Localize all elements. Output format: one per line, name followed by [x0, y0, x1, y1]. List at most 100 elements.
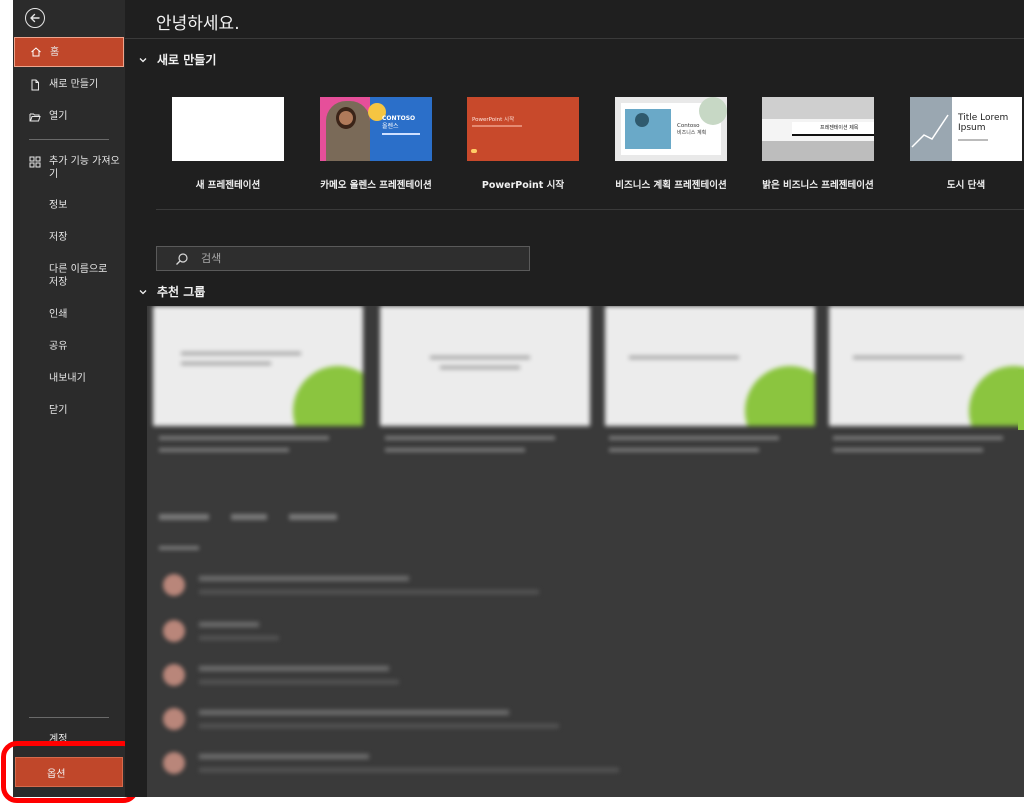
blurred-text [609, 448, 759, 452]
options-highlight-ring [1, 741, 139, 803]
featured-card[interactable] [605, 306, 815, 426]
blurred-tab [231, 514, 267, 520]
search-input[interactable] [201, 252, 501, 265]
chevron-down-icon [139, 289, 147, 294]
nav-home[interactable]: 홈 [14, 37, 124, 67]
nav-export[interactable]: 내보내기 [14, 372, 124, 385]
template-thumbnail: 프레젠테이션 제목 [762, 97, 874, 161]
nav-get-addins[interactable]: 추가 기능 가져오기 [14, 155, 124, 181]
template-label: 밝은 비즈니스 프레젠테이션 [762, 180, 874, 191]
blurred-tab [289, 514, 337, 520]
edge-accent [1018, 370, 1024, 430]
blurred-text [159, 436, 329, 440]
blurred-row-title [199, 666, 389, 671]
nav-close-label: 닫기 [49, 405, 68, 416]
nav-open[interactable]: 열기 [14, 110, 124, 124]
nav-save[interactable]: 저장 [14, 231, 124, 244]
blurred-text [159, 546, 199, 550]
avatar [163, 664, 185, 686]
featured-card[interactable] [153, 306, 363, 426]
featured-section-header[interactable]: 추천 그룹 [138, 283, 205, 300]
featured-group-panel [147, 306, 1024, 797]
thumb-title: Title Lorem Ipsum [958, 113, 1009, 133]
blurred-row-title [199, 754, 369, 759]
new-section-header[interactable]: 새로 만들기 [138, 51, 216, 68]
blurred-text [385, 448, 525, 452]
thumb-line [472, 125, 522, 127]
template-label: PowerPoint 시작 [481, 180, 565, 191]
page-title: 안녕하세요. [156, 14, 240, 34]
thumb-chart-line [911, 114, 949, 148]
nav-new[interactable]: 새로 만들기 [14, 78, 124, 92]
grid-icon [28, 155, 42, 169]
thumb-plant [699, 97, 727, 125]
nav-new-label: 새로 만들기 [49, 79, 99, 90]
card-text-line [430, 356, 530, 359]
thumb-line [382, 133, 420, 135]
card-accent [969, 366, 1024, 426]
back-button[interactable] [25, 8, 45, 28]
new-section-title: 새로 만들기 [157, 53, 217, 67]
thumb-line [958, 139, 988, 141]
new-document-icon [28, 78, 42, 92]
nav-save-label: 저장 [49, 232, 68, 243]
template-label: 비즈니스 계획 프레젠테이션 [615, 180, 727, 191]
blurred-row-detail [199, 590, 539, 594]
avatar [163, 752, 185, 774]
nav-info-label: 정보 [49, 200, 68, 211]
card-text-line [629, 356, 739, 359]
featured-card[interactable] [829, 306, 1024, 426]
blurred-row-detail [199, 680, 399, 684]
thumb-subtitle: 올렌스 [382, 123, 399, 130]
card-text-line [853, 356, 963, 359]
template-label: 도시 단색 [946, 180, 986, 191]
nav-get-addins-label: 추가 기능 가져오기 [49, 156, 120, 180]
blurred-tab [159, 514, 209, 520]
thumb-title: PowerPoint 시작 [472, 117, 515, 123]
featured-section-title: 추천 그룹 [157, 285, 206, 299]
blurred-text [609, 436, 779, 440]
nav-info[interactable]: 정보 [14, 199, 124, 212]
blurred-text [385, 436, 555, 440]
template-label: 새 프레젠테이션 [195, 180, 261, 191]
avatar [163, 708, 185, 730]
nav-close[interactable]: 닫기 [14, 404, 124, 417]
folder-open-icon [28, 110, 42, 124]
featured-card[interactable] [380, 306, 590, 426]
thumb-photo [625, 109, 671, 149]
thumb-photo-shape [635, 113, 649, 127]
card-accent [745, 366, 815, 426]
template-thumbnail: Contoso 비즈니스 계획 [615, 97, 727, 161]
card-accent [293, 366, 363, 426]
thumb-photo-top [762, 97, 874, 119]
template-thumbnail [172, 97, 284, 161]
nav-share-label: 공유 [49, 341, 68, 352]
thumb-photo-bottom [762, 141, 874, 161]
nav-share[interactable]: 공유 [14, 340, 124, 353]
blurred-row-title [199, 710, 509, 715]
nav-open-label: 열기 [49, 111, 68, 122]
blurred-text [159, 448, 289, 452]
nav-export-label: 내보내기 [49, 373, 86, 384]
nav-home-label: 홈 [50, 46, 60, 58]
nav-print-label: 인쇄 [49, 309, 68, 320]
blurred-row-title [199, 622, 259, 627]
card-text-line [181, 352, 301, 355]
nav-print[interactable]: 인쇄 [14, 308, 124, 321]
blurred-row-title [199, 576, 409, 581]
search-box[interactable] [156, 246, 530, 271]
template-label: 카메오 올렌스 프레젠테이션 [320, 180, 432, 191]
avatar [163, 620, 185, 642]
card-text-line [440, 366, 520, 369]
template-thumbnail: Title Lorem Ipsum [910, 97, 1022, 161]
backstage-sidebar: 홈 새로 만들기 열기 추가 기능 가져오기 정보 저장 다른 이름으로 저장 … [13, 0, 125, 797]
blurred-row-detail [199, 724, 559, 728]
thumb-title: 프레젠테이션 제목 [820, 125, 859, 131]
blurred-row-detail [199, 768, 619, 772]
nav-save-as-label: 다른 이름으로 저장 [49, 264, 108, 288]
arrow-left-icon [30, 13, 40, 23]
sidebar-divider-bottom [29, 717, 109, 718]
card-text-line [181, 362, 271, 365]
nav-save-as[interactable]: 다른 이름으로 저장 [14, 263, 124, 289]
header-divider [125, 38, 1024, 39]
